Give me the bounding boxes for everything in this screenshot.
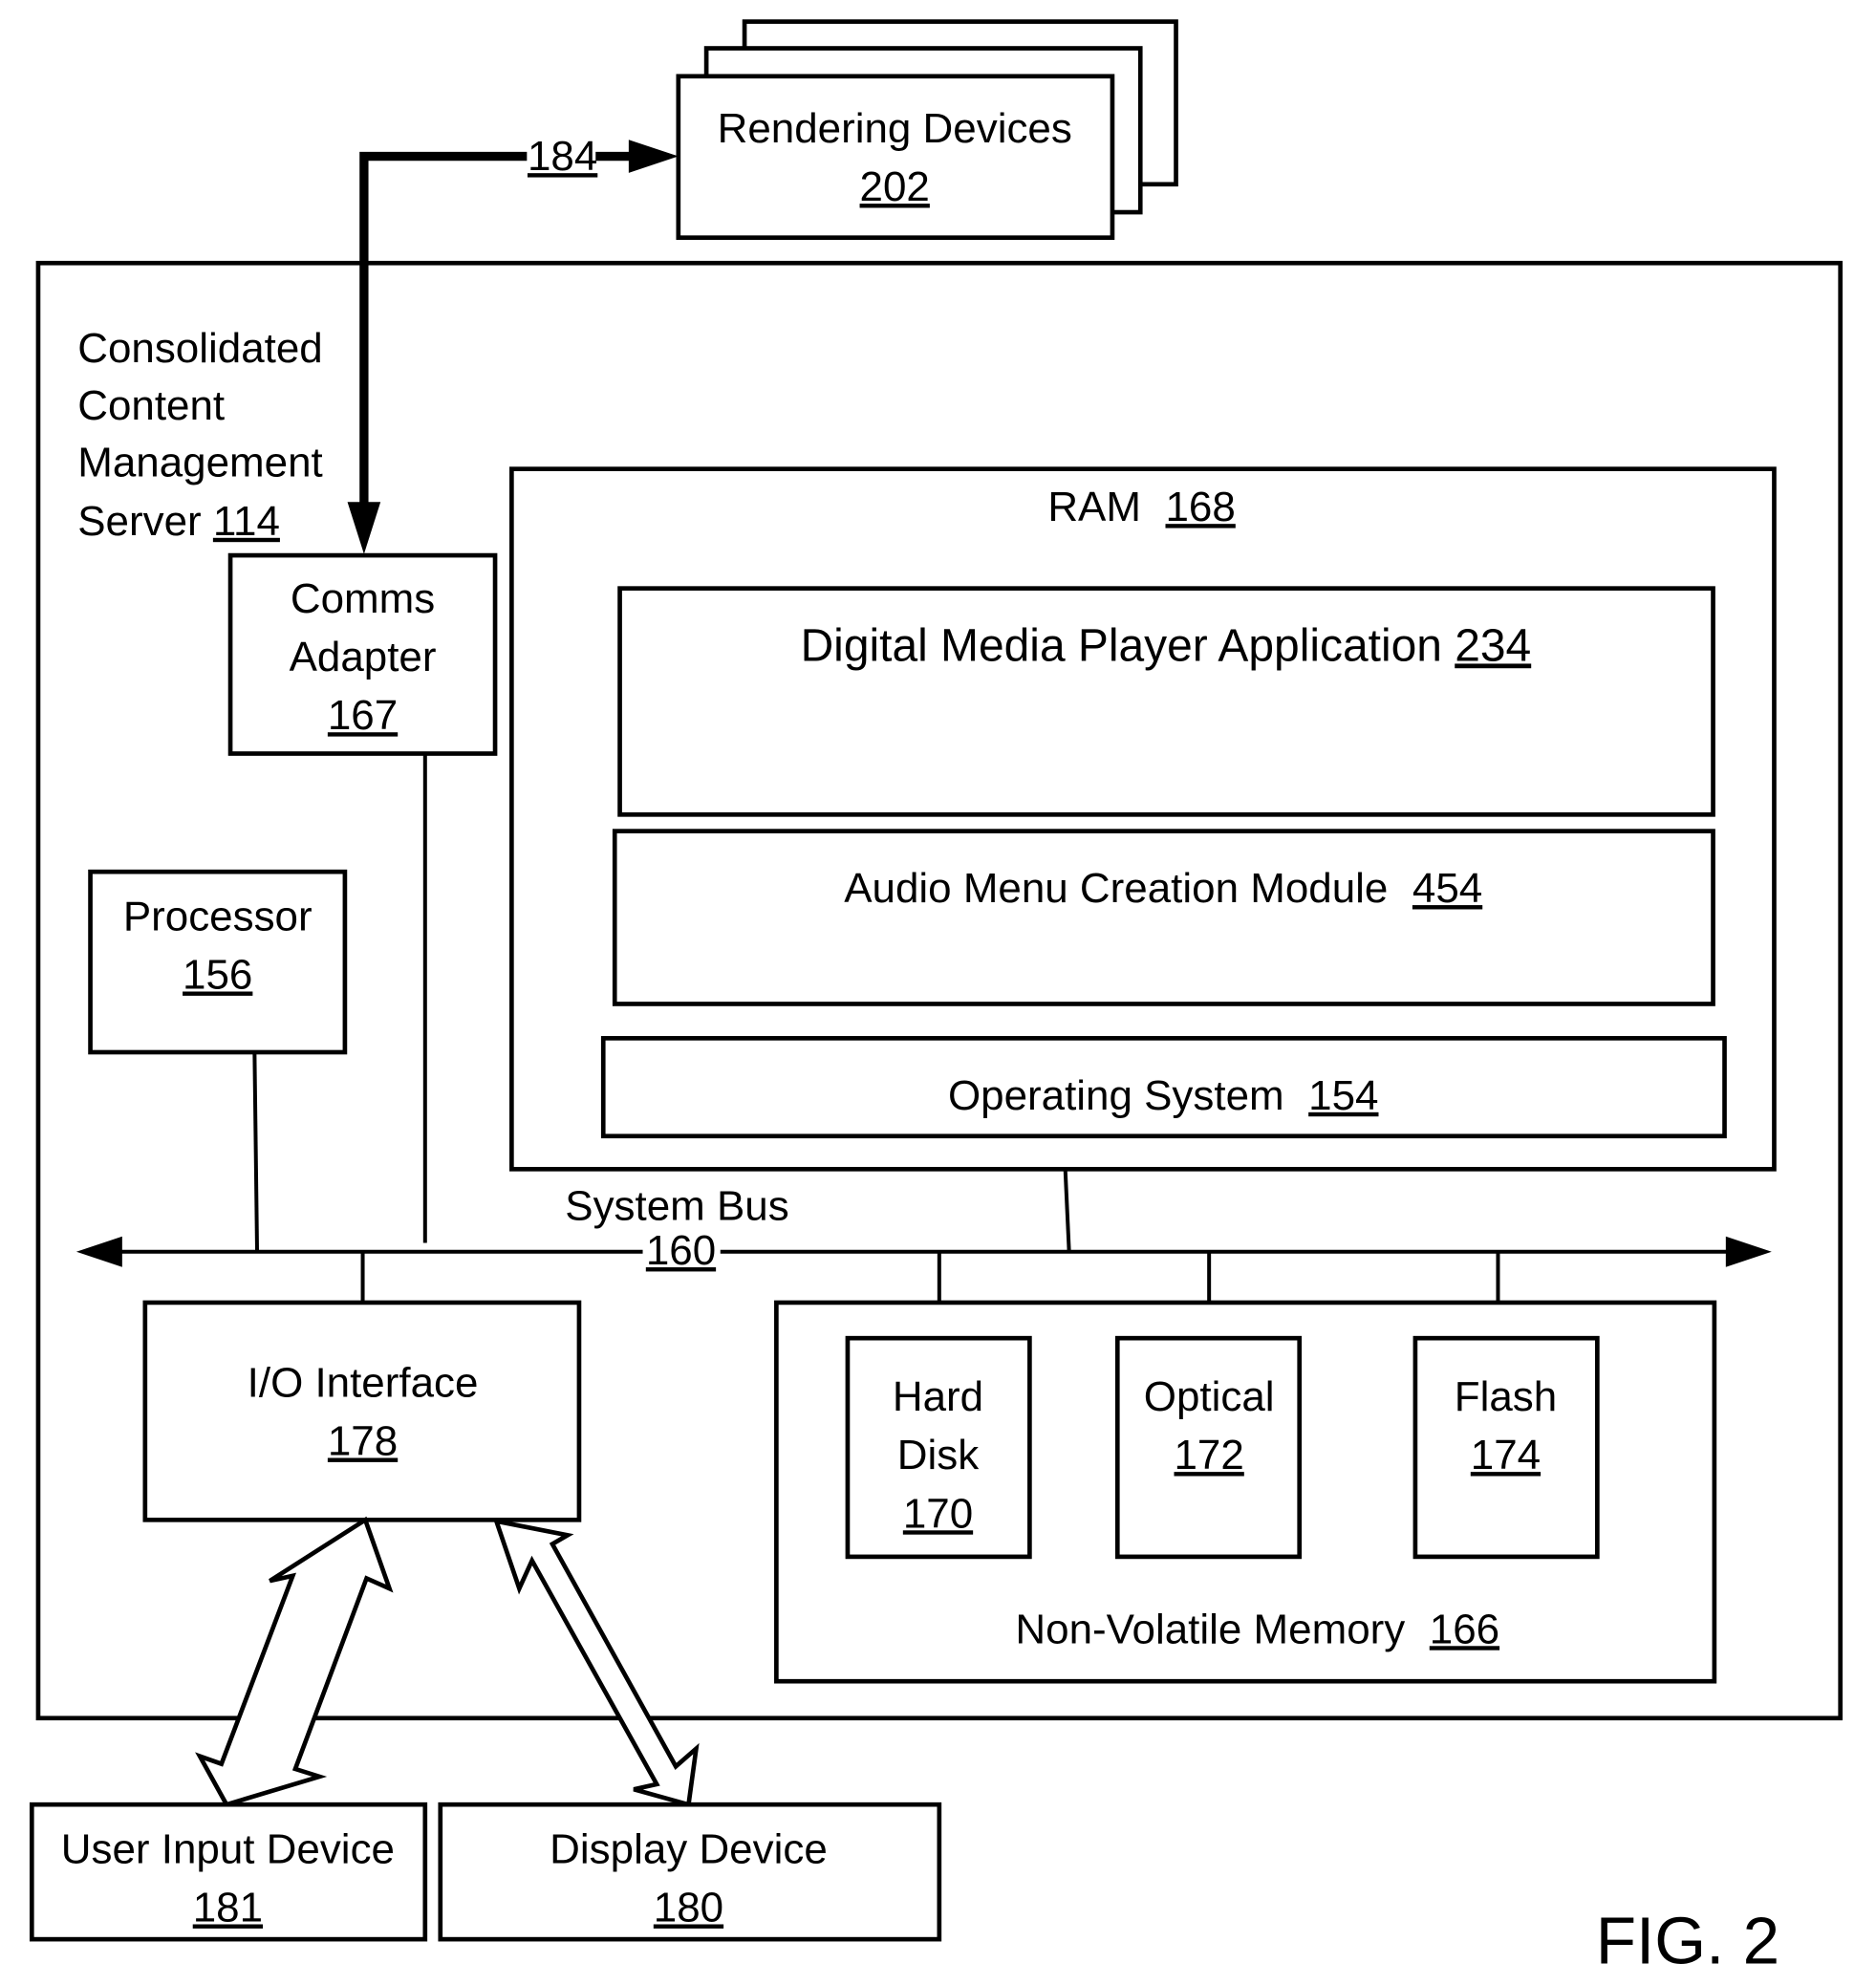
optical-ref: 172: [1175, 1432, 1244, 1478]
flash-ref: 174: [1471, 1432, 1541, 1478]
ram-label: RAM 168: [1047, 484, 1236, 530]
comms-adapter-label: Adapter: [290, 634, 437, 680]
processor-ref: 156: [183, 952, 252, 999]
audio-menu-label: Audio Menu Creation Module 454: [844, 865, 1482, 912]
comms-adapter-label: Comms: [291, 575, 435, 622]
io-interface: I/O Interface 178: [142, 1300, 582, 1522]
hard-disk-ref: 170: [903, 1490, 973, 1537]
os-ref: 154: [1308, 1072, 1378, 1119]
audio-menu-name: Audio Menu Creation Module: [844, 865, 1388, 912]
server-label-line: Content: [77, 382, 225, 429]
server-label-line: Management: [77, 440, 322, 486]
dmpa-label: Digital Media Player Application 234: [801, 620, 1532, 671]
user-input-device: User Input Device 181: [29, 1802, 428, 1942]
link-ref: 184: [528, 133, 597, 180]
display-device-label: Display Device: [550, 1825, 828, 1872]
rendering-devices-stack: Rendering Devices 202: [676, 19, 1178, 240]
user-input-device-label: User Input Device: [61, 1825, 395, 1872]
non-volatile-memory: Non-Volatile Memory 166 Hard Disk 170 Op…: [774, 1300, 1717, 1684]
os-label: Operating System 154: [948, 1072, 1379, 1119]
user-input-device-ref: 181: [193, 1885, 263, 1931]
processor-label: Processor: [123, 893, 313, 939]
server-label-text: Server: [77, 498, 201, 545]
nvm-ref: 166: [1430, 1606, 1499, 1652]
dmpa-name: Digital Media Player Application: [801, 620, 1442, 671]
figure-label: FIG. 2: [1596, 1903, 1779, 1977]
ram-name: RAM: [1047, 484, 1141, 530]
os-name: Operating System: [948, 1072, 1284, 1119]
ram-ref: 168: [1166, 484, 1236, 530]
display-device-ref: 180: [654, 1885, 723, 1931]
display-device: Display Device 180: [438, 1802, 942, 1942]
rendering-devices-ref: 202: [860, 163, 930, 210]
audio-menu-ref: 454: [1412, 865, 1482, 912]
comms-adapter: Comms Adapter 167: [227, 552, 498, 756]
hard-disk-label: Disk: [897, 1432, 980, 1478]
processor-bus-connector: [252, 1051, 260, 1252]
system-bus-label: System Bus: [565, 1183, 788, 1230]
audio-menu-box: [612, 829, 1715, 1006]
optical-label: Optical: [1144, 1373, 1275, 1420]
io-interface-label: I/O Interface: [248, 1359, 479, 1406]
server-label-line: Server 114: [77, 498, 280, 545]
server-ref: 114: [213, 498, 280, 545]
server-label-line: Consolidated: [77, 325, 323, 372]
rendering-devices-label: Rendering Devices: [718, 105, 1072, 152]
ram: RAM 168 Digital Media Player Application…: [509, 466, 1777, 1172]
comms-adapter-ref: 167: [328, 692, 398, 739]
flash-label: Flash: [1455, 1373, 1557, 1420]
block-diagram: Rendering Devices 202 184 Consolidated C…: [29, 19, 1844, 1977]
dmpa-ref: 234: [1455, 620, 1531, 671]
io-interface-ref: 178: [328, 1418, 398, 1465]
hard-disk-label: Hard: [893, 1373, 983, 1420]
arrowhead-right-icon: [628, 140, 679, 173]
rendering-device-front: [676, 74, 1115, 240]
io-interface-box: [142, 1300, 582, 1522]
nvm-name: Non-Volatile Memory: [1015, 1606, 1405, 1652]
system-bus-ref: 160: [646, 1227, 716, 1274]
processor: Processor 156: [88, 869, 348, 1055]
